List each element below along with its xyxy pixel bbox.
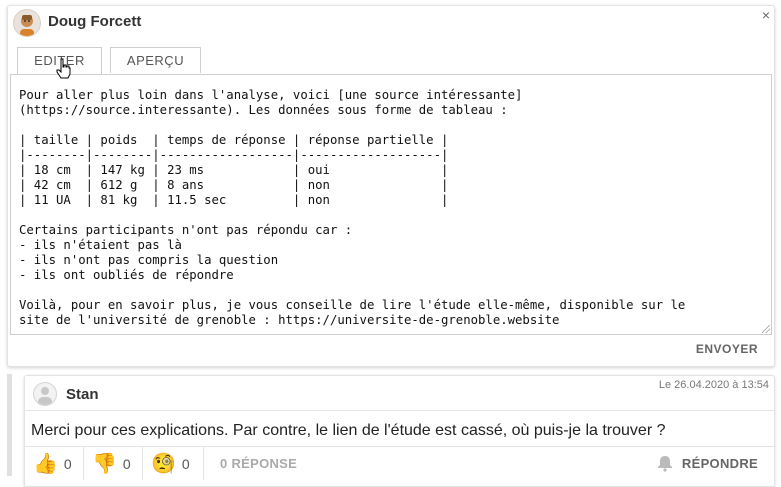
bell-icon[interactable]	[656, 454, 674, 472]
avatar	[33, 382, 57, 406]
comment-timestamp: Le 26.04.2020 à 13:54	[658, 379, 769, 391]
editor-username: Doug Forcett	[48, 13, 142, 30]
reaction-thumbs-up[interactable]: 👍 0	[25, 447, 84, 480]
thinking-face-icon: 🧐	[151, 452, 176, 475]
thumbs-down-icon: 👎	[92, 452, 117, 475]
reaction-thinking[interactable]: 🧐 0	[143, 447, 204, 480]
comment-textarea[interactable]: Pour aller plus loin dans l'analyse, voi…	[10, 74, 772, 335]
reaction-count: 0	[122, 455, 131, 472]
reaction-thumbs-down[interactable]: 👎 0	[84, 447, 143, 480]
editor-header: Doug Forcett ×	[8, 6, 774, 40]
hand-cursor-icon	[56, 58, 71, 79]
send-button[interactable]: ENVOYER	[696, 342, 758, 356]
comment-editor: Doug Forcett × EDITER APERÇU Pour aller …	[7, 5, 775, 367]
thumbs-up-icon: 👍	[33, 452, 58, 475]
resize-handle[interactable]	[762, 325, 770, 333]
comment-body: Merci pour ces explications. Par contre,…	[31, 422, 666, 439]
comment-text: Pour aller plus loin dans l'analyse, voi…	[19, 88, 686, 327]
reply-button[interactable]: RÉPONDRE	[682, 456, 758, 471]
comment-card: Stan Le 26.04.2020 à 13:54 Merci pour ce…	[24, 375, 775, 487]
comment-header: Stan Le 26.04.2020 à 13:54	[25, 376, 774, 411]
avatar	[13, 9, 41, 37]
reaction-count: 0	[63, 455, 72, 472]
comment-username: Stan	[66, 386, 99, 403]
close-icon[interactable]: ×	[762, 7, 770, 23]
tab-preview[interactable]: APERÇU	[110, 47, 201, 73]
reaction-count: 0	[181, 455, 190, 472]
replies-count[interactable]: 0 RÉPONSE	[220, 456, 297, 471]
thread-line	[7, 374, 12, 476]
